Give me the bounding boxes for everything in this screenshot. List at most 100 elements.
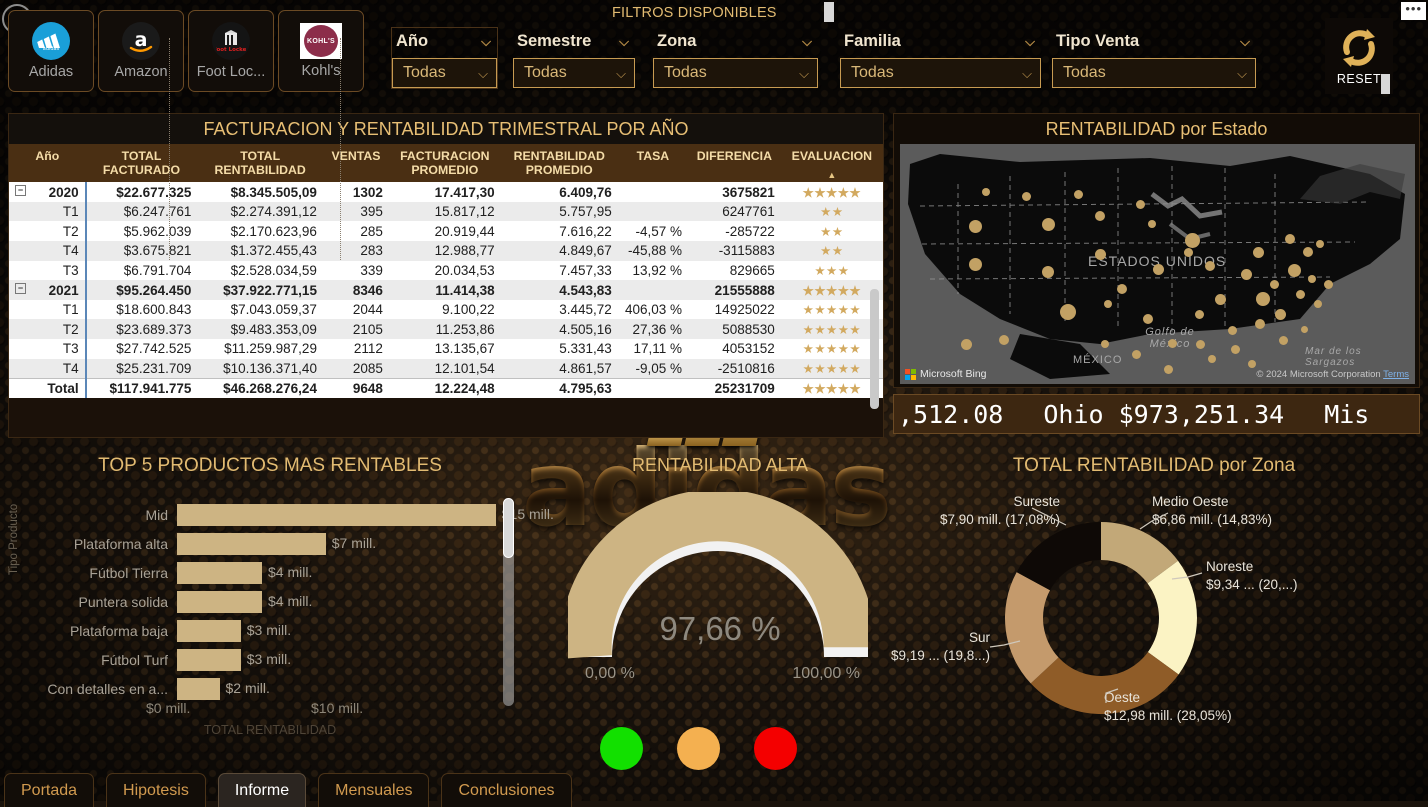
map-bubble[interactable] [1295,289,1305,299]
table-row[interactable]: −2020 $22.677.325 $8.345.505,09 1302 17.417,… [9,182,883,202]
filters-drag-handle[interactable] [824,2,834,22]
status-light-red[interactable] [754,727,797,770]
bar-fill[interactable] [177,648,241,671]
tab-hipotesis[interactable]: Hipotesis [106,773,206,807]
map-bubble[interactable] [1194,309,1204,319]
map-bubble[interactable] [1131,349,1141,359]
brand-tile-foot-locker[interactable]: Foot Locker Foot Loc... [188,10,274,92]
map-bubble[interactable] [1117,284,1127,294]
table-row[interactable]: T2 $5.962.039 $2.170.623,96 285 20.919,44 7.6… [9,221,883,242]
map-bubble[interactable] [1205,261,1215,271]
col-diferencia[interactable]: DIFERENCIA [688,144,781,183]
col-ano[interactable]: Año [9,144,86,183]
map-bubble[interactable] [1248,360,1256,368]
map-terms-link[interactable]: Terms [1383,369,1409,380]
map-bubble[interactable] [1184,232,1200,248]
map-bubble[interactable] [1278,335,1288,345]
map-bubble[interactable] [1269,279,1279,289]
map-bubble[interactable] [1195,339,1205,349]
map-bubble[interactable] [1285,234,1295,244]
bar-fill[interactable] [177,561,262,584]
tab-conclusiones[interactable]: Conclusiones [441,773,572,807]
map-bubble[interactable] [1073,189,1083,199]
map-bubble[interactable] [1094,248,1106,260]
map-bubble[interactable] [968,257,982,271]
map-bubble[interactable] [1163,364,1173,374]
status-light-orange[interactable] [677,727,720,770]
bar-fill[interactable] [177,677,220,700]
chevron-down-icon[interactable]: ⌵ [1022,67,1032,80]
brand-tile-kohls[interactable]: KOHL'S Kohl's [278,10,364,92]
bar-chart-row[interactable]: Plataforma baja $3 mill. [30,616,530,645]
map-bubble[interactable] [1183,247,1193,257]
chevron-down-icon[interactable]: ⌵ [1240,35,1250,48]
bar-fill[interactable] [177,619,241,642]
bar-fill[interactable] [177,590,262,613]
filter-ano[interactable]: Año ⌵ Todas ⌵ [391,27,498,89]
map-bubble[interactable] [1256,292,1270,306]
map-bubble[interactable] [968,219,982,233]
bar-chart-row[interactable]: Mid $15 mill. [30,500,554,529]
brand-tile-amazon[interactable]: a Amazon [98,10,184,92]
filter-ano-dropdown[interactable]: Todas ⌵ [392,58,497,88]
map-bubble[interactable] [1240,268,1252,280]
map-bubble[interactable] [1308,275,1316,283]
bar-chart-row[interactable]: Plataforma alta $7 mill. [30,529,530,558]
bar-chart-scrollbar-thumb[interactable] [503,498,514,558]
map-bubble[interactable] [960,338,972,350]
map-bubble[interactable] [1274,308,1286,320]
more-options-icon[interactable]: ••• [1401,2,1426,20]
map-bubble[interactable] [982,188,990,196]
map-bubble[interactable] [1101,340,1109,348]
map-canvas[interactable]: ESTADOS UNIDOS MÉXICO Golfo de México Ma… [900,144,1415,384]
row-expander[interactable]: − [15,185,26,197]
col-evaluacion[interactable]: EVALUACION ▲ [780,144,883,183]
bar-fill[interactable] [177,532,326,555]
bar-fill[interactable] [177,503,496,526]
bar-chart-row[interactable]: Fútbol Turf $3 mill. [30,645,530,674]
chevron-down-icon[interactable]: ⌵ [1025,35,1035,48]
col-ventas[interactable]: VENTAS [322,144,389,183]
chevron-down-icon[interactable]: ⌵ [478,67,488,80]
map-bubble[interactable] [999,335,1009,345]
chevron-down-icon[interactable]: ⌵ [616,67,626,80]
table-row[interactable]: −2021 $95.264.450 $37.922.771,15 8346 11.414… [9,280,883,300]
col-total-rentabilidad[interactable]: TOTAL RENTABILIDAD [197,144,323,183]
filter-semestre[interactable]: Semestre ⌵ Todas ⌵ [513,28,635,88]
chevron-down-icon[interactable]: ⌵ [802,35,812,48]
brand-tile-adidas[interactable]: adidas Adidas [8,10,94,92]
filter-familia[interactable]: Familia ⌵ Todas ⌵ [840,28,1041,88]
map-bubble[interactable] [1060,304,1076,320]
map-bubble[interactable] [1041,217,1055,231]
map-bubble[interactable] [1208,355,1216,363]
table-row[interactable]: T1 $18.600.843 $7.043.059,37 2044 9.100,22 3.… [9,299,883,320]
filter-zona[interactable]: Zona ⌵ Todas ⌵ [653,28,818,88]
map-bubble[interactable] [1095,211,1105,221]
map-bubble[interactable] [1148,220,1156,228]
table-row[interactable]: T3 $27.742.525 $11.259.987,29 2112 13.135,67… [9,339,883,359]
map-bubble[interactable] [1143,314,1153,324]
map-bubble[interactable] [1152,263,1164,275]
tab-portada[interactable]: Portada [4,773,95,807]
map-bubble[interactable] [1104,300,1112,308]
chevron-down-icon[interactable]: ⌵ [619,35,629,48]
row-expander[interactable]: − [15,283,26,295]
filter-familia-dropdown[interactable]: Todas ⌵ [840,58,1041,88]
bar-chart-row[interactable]: Puntera solida $4 mill. [30,587,530,616]
chevron-down-icon[interactable]: ⌵ [1237,67,1247,80]
map-bubble[interactable] [1252,246,1264,258]
filter-zona-dropdown[interactable]: Todas ⌵ [653,58,818,88]
table-row[interactable]: T2 $23.689.373 $9.483.353,09 2105 11.253,86 4… [9,319,883,340]
col-rentabilidad-promedio[interactable]: RENTABILIDAD PROMEDIO [500,144,618,183]
map-bubble[interactable] [1135,199,1145,209]
filter-semestre-dropdown[interactable]: Todas ⌵ [513,58,635,88]
filter-tipo-venta-dropdown[interactable]: Todas ⌵ [1052,58,1256,88]
chevron-down-icon[interactable]: ⌵ [481,35,491,48]
map-bubble[interactable] [1316,240,1324,248]
status-light-green[interactable] [600,727,643,770]
filter-tipo-venta[interactable]: Tipo Venta ⌵ Todas ⌵ [1052,28,1256,88]
table-row[interactable]: Total $117.941.775 $46.268.276,24 9648 12.22… [9,377,883,398]
tab-mensuales[interactable]: Mensuales [318,773,430,807]
map-bubble[interactable] [1042,266,1054,278]
tab-informe[interactable]: Informe [217,773,307,807]
